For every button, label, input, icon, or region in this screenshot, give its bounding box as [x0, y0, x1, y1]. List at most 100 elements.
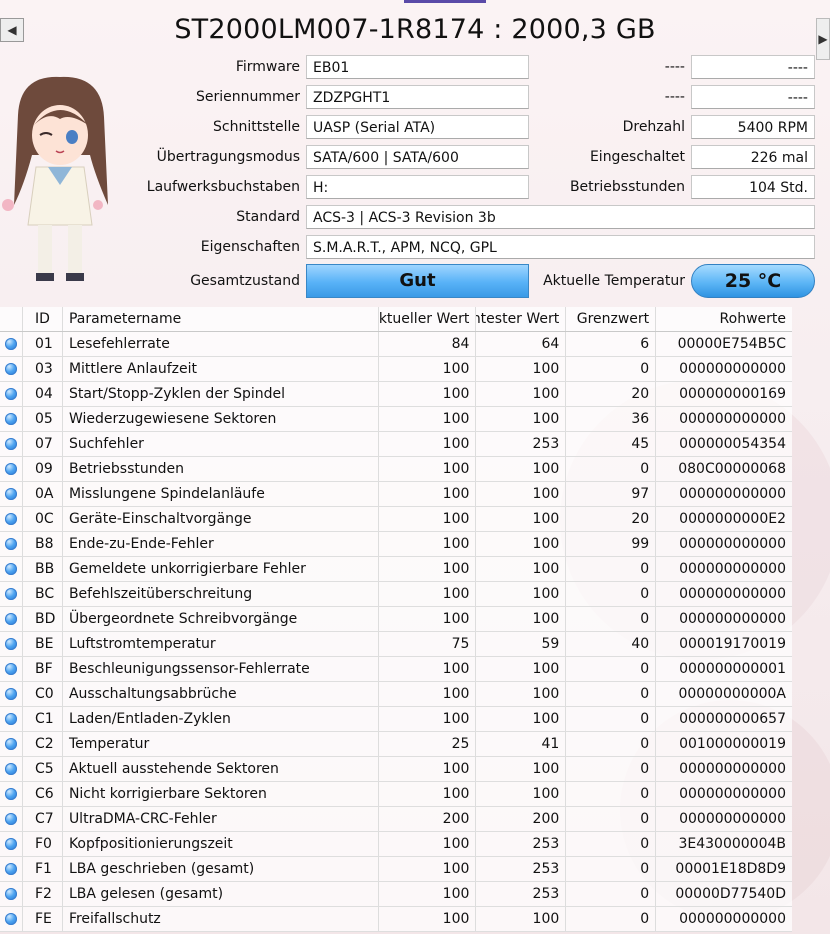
worst-value: 100 — [476, 682, 567, 706]
raw-value: 000000000000 — [679, 761, 786, 777]
status-dot-icon — [4, 813, 17, 825]
serial-label: Seriennummer — [195, 89, 300, 105]
table-row[interactable]: 05 Wiederzugewiesene Sektoren 100 100 36 0000… — [0, 407, 792, 432]
table-row[interactable]: C6 Nicht korrigierbare Sektoren 100 100 0 000… — [0, 782, 792, 807]
table-row[interactable]: C0 Ausschaltungsabbrüche 100 100 0 0000000000… — [0, 682, 792, 707]
attribute-name: Beschleunigungssensor-Fehlerrate — [63, 657, 379, 681]
current-value: 84 — [379, 332, 477, 356]
attribute-name: Wiederzugewiesene Sektoren — [63, 407, 379, 431]
table-row[interactable]: 09 Betriebsstunden 100 100 0 080C00000068 — [0, 457, 792, 482]
attribute-name: Start/Stopp-Zyklen der Spindel — [63, 382, 379, 406]
header-id[interactable]: ID — [23, 307, 63, 331]
raw-value: 000000000000 — [679, 561, 786, 577]
worst-value: 100 — [476, 707, 567, 731]
threshold-value: 0 — [566, 907, 657, 931]
header-current-value[interactable]: Aktueller Wert — [379, 307, 477, 331]
current-value: 100 — [379, 832, 477, 856]
attribute-id: F0 — [23, 832, 63, 856]
table-row[interactable]: BD Übergeordnete Schreibvorgänge 100 100 0 00… — [0, 607, 792, 632]
status-dot-icon — [4, 788, 17, 800]
attribute-id: BC — [23, 582, 63, 606]
features-label: Eigenschaften — [200, 239, 300, 255]
header-status-column — [0, 307, 23, 331]
worst-value: 100 — [476, 907, 567, 931]
raw-value: 000000000000 — [679, 811, 786, 827]
smart-attribute-table: ID Parametername Aktueller Wert Schlecht… — [0, 307, 792, 932]
table-row[interactable]: C1 Laden/Entladen-Zyklen 100 100 0 0000000006… — [0, 707, 792, 732]
worst-value: 100 — [476, 557, 567, 581]
worst-value: 100 — [476, 482, 567, 506]
table-row[interactable]: 03 Mittlere Anlaufzeit 100 100 0 000000000000 — [0, 357, 792, 382]
current-value: 100 — [379, 607, 477, 631]
status-cell — [0, 832, 23, 856]
attribute-name: Ende-zu-Ende-Fehler — [63, 532, 379, 556]
status-dot-icon — [4, 538, 17, 550]
raw-value: 000000000169 — [679, 386, 786, 402]
worst-value: 100 — [476, 457, 567, 481]
worst-value: 253 — [476, 832, 567, 856]
current-value: 100 — [379, 882, 477, 906]
table-row[interactable]: FE Freifallschutz 100 100 0 000000000000 — [0, 907, 792, 932]
table-row[interactable]: BF Beschleunigungssensor-Fehlerrate 100 100… — [0, 657, 792, 682]
attribute-name: Freifallschutz — [63, 907, 379, 931]
threshold-value: 0 — [566, 782, 657, 806]
threshold-value: 0 — [566, 807, 657, 831]
interface-value: UASP (Serial ATA) — [306, 115, 529, 139]
rpm-value: 5400 RPM — [691, 115, 815, 139]
unused-label-1: ---- — [664, 59, 685, 75]
attribute-name: Übergeordnete Schreibvorgänge — [63, 607, 379, 631]
table-row[interactable]: F2 LBA gelesen (gesamt) 100 253 0 00000D77540… — [0, 882, 792, 907]
status-cell — [0, 857, 23, 881]
status-cell — [0, 557, 23, 581]
drive-letter-value: H: — [306, 175, 529, 199]
attribute-name: Temperatur — [63, 732, 379, 756]
attribute-name: Geräte-Einschaltvorgänge — [63, 507, 379, 531]
threshold-value: 99 — [566, 532, 657, 556]
attribute-id: FE — [23, 907, 63, 931]
threshold-value: 0 — [566, 832, 657, 856]
table-row[interactable]: BE Luftstromtemperatur 75 59 40 000019170019 — [0, 632, 792, 657]
table-row[interactable]: 07 Suchfehler 100 253 45 000000054354 — [0, 432, 792, 457]
table-row[interactable]: B8 Ende-zu-Ende-Fehler 100 100 99 00000000000… — [0, 532, 792, 557]
threshold-value: 0 — [566, 857, 657, 881]
health-status-button[interactable]: Gut — [306, 264, 529, 298]
drive-letter-label: Laufwerksbuchstaben — [146, 179, 300, 195]
temperature-label: Aktuelle Temperatur — [543, 273, 685, 289]
table-row[interactable]: BB Gemeldete unkorrigierbare Fehler 100 100… — [0, 557, 792, 582]
header-raw-values[interactable]: Rohwerte — [656, 307, 792, 331]
table-row[interactable]: C2 Temperatur 25 41 0 001000000019 — [0, 732, 792, 757]
table-row[interactable]: F1 LBA geschrieben (gesamt) 100 253 0 00001E1… — [0, 857, 792, 882]
table-row[interactable]: 01 Lesefehlerrate 84 64 6 00000E754B5C — [0, 332, 792, 357]
header-parameter-name[interactable]: Parametername — [63, 307, 379, 331]
table-row[interactable]: BC Befehlszeitüberschreitung 100 100 0 000000… — [0, 582, 792, 607]
table-row[interactable]: F0 Kopfpositionierungszeit 100 253 0 3E430000… — [0, 832, 792, 857]
features-value: S.M.A.R.T., APM, NCQ, GPL — [306, 235, 815, 259]
current-value: 100 — [379, 682, 477, 706]
table-row[interactable]: 0A Misslungene Spindelanläufe 100 100 97 0000… — [0, 482, 792, 507]
attribute-name: Lesefehlerrate — [63, 332, 379, 356]
status-dot-icon — [4, 463, 17, 475]
header-threshold[interactable]: Grenzwert — [566, 307, 657, 331]
table-row[interactable]: 04 Start/Stopp-Zyklen der Spindel 100 100 20… — [0, 382, 792, 407]
status-cell — [0, 357, 23, 381]
temperature-button[interactable]: 25 °C — [691, 264, 815, 298]
raw-value: 000000000000 — [679, 411, 786, 427]
table-row[interactable]: C7 UltraDMA-CRC-Fehler 200 200 0 000000000000 — [0, 807, 792, 832]
standard-label: Standard — [236, 209, 300, 225]
status-cell — [0, 507, 23, 531]
raw-value: 00000000000A — [678, 686, 786, 702]
unused-label-2: ---- — [664, 89, 685, 105]
worst-value: 100 — [476, 532, 567, 556]
table-row[interactable]: 0C Geräte-Einschaltvorgänge 100 100 20 000000… — [0, 507, 792, 532]
standard-value: ACS-3 | ACS-3 Revision 3b — [306, 205, 815, 229]
power-on-count-label: Eingeschaltet — [589, 149, 685, 165]
attribute-name: Kopfpositionierungszeit — [63, 832, 379, 856]
attribute-id: BF — [23, 657, 63, 681]
raw-value: 080C00000068 — [678, 461, 786, 477]
worst-value: 41 — [476, 732, 567, 756]
raw-value: 000000000000 — [679, 586, 786, 602]
header-worst-value[interactable]: Schlechtester Wert — [476, 307, 567, 331]
threshold-value: 45 — [566, 432, 657, 456]
table-row[interactable]: C5 Aktuell ausstehende Sektoren 100 100 0 000… — [0, 757, 792, 782]
attribute-name: Nicht korrigierbare Sektoren — [63, 782, 379, 806]
